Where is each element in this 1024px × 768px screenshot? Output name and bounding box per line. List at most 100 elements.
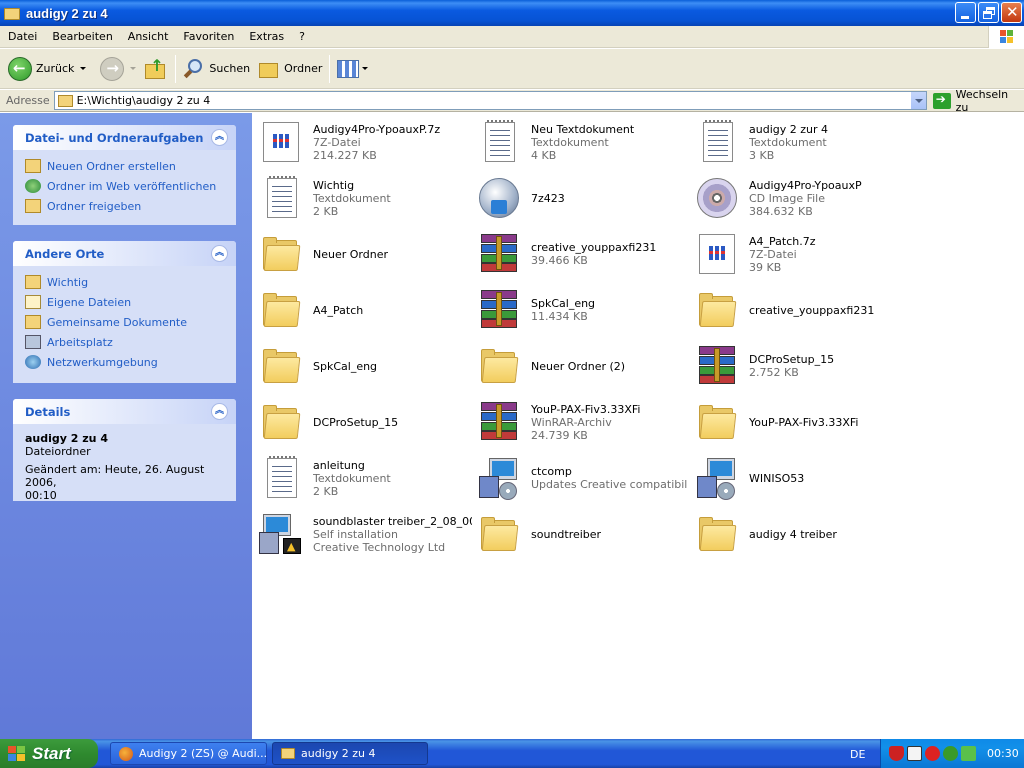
file-name: Audigy4Pro-YpoauxP.7z (313, 122, 441, 136)
network-status-icon[interactable] (961, 746, 976, 761)
file-detail: Updates Creative compatibility… (531, 478, 687, 491)
file-item[interactable]: YouP-PAX-Fiv3.33XFi WinRAR-Archiv 24.739 K… (475, 396, 687, 448)
address-dropdown-button[interactable] (909, 92, 926, 109)
folders-button[interactable]: Ordner (254, 52, 326, 86)
other-places-header[interactable]: Andere Orte ︽ (13, 241, 236, 266)
system-tray: 00:30 (880, 739, 1024, 768)
start-button[interactable]: Start (0, 739, 98, 768)
file-item[interactable]: WINISO53 (693, 452, 905, 504)
collapse-icon[interactable]: ︽ (211, 403, 228, 420)
collapse-icon[interactable]: ︽ (211, 129, 228, 146)
file-detail: 384.632 KB (749, 204, 813, 218)
file-item[interactable]: creative_youppaxfi231 (693, 284, 905, 336)
nvidia-icon[interactable] (943, 746, 958, 761)
details-box: Details ︽ audigy 2 zu 4 Dateiordner Geän… (13, 399, 236, 501)
file-detail: 39.466 KB (531, 254, 588, 267)
collapse-icon[interactable]: ︽ (211, 245, 228, 262)
menu-favoriten[interactable]: Favoriten (175, 26, 241, 48)
task-share-folder[interactable]: Ordner freigeben (25, 196, 226, 216)
text-document-icon (693, 118, 741, 166)
address-input[interactable]: E:\Wichtig\audigy 2 zu 4 (53, 91, 927, 110)
file-item[interactable]: SpkCal_eng (257, 340, 469, 392)
folder-icon (693, 398, 741, 446)
file-item[interactable]: audigy 4 treiber (693, 508, 905, 560)
place-network[interactable]: Netzwerkumgebung (25, 352, 226, 372)
title-bar[interactable]: audigy 2 zu 4 ✕ (0, 0, 1024, 26)
folder-icon (57, 94, 73, 107)
menu-help[interactable]: ? (291, 26, 312, 48)
address-bar: Adresse E:\Wichtig\audigy 2 zu 4 ➔ Wechs… (0, 88, 1024, 114)
file-name: anleitung (313, 458, 365, 472)
file-name: YouP-PAX-Fiv3.33XFi (531, 402, 641, 416)
task-publish-web[interactable]: Ordner im Web veröffentlichen (25, 176, 226, 196)
views-button[interactable] (333, 52, 372, 86)
folder-icon (25, 275, 41, 289)
search-button[interactable]: Suchen (179, 52, 254, 86)
file-item[interactable]: A4_Patch (257, 284, 469, 336)
computer-icon (25, 335, 41, 349)
close-button[interactable]: ✕ (1001, 2, 1022, 23)
taskbar-button-browser[interactable]: Audigy 2 (ZS) @ Audi... (110, 742, 267, 765)
menu-extras[interactable]: Extras (241, 26, 291, 48)
taskbar-button-explorer[interactable]: audigy 2 zu 4 (272, 742, 428, 765)
file-item[interactable]: A4_Patch.7z 7Z-Datei 39 KB (693, 228, 905, 280)
windows-flag-icon (8, 745, 26, 762)
menu-datei[interactable]: Datei (0, 26, 44, 48)
file-item[interactable]: ▲soundblaster treiber_2_08_0004Self inst… (257, 508, 472, 560)
file-name: WINISO53 (749, 471, 805, 485)
back-dropdown-icon[interactable] (80, 67, 87, 70)
file-item[interactable]: audigy 2 zur 4 Textdokument 3 KB (693, 116, 905, 168)
file-item[interactable]: YouP-PAX-Fiv3.33XFi (693, 396, 905, 448)
file-name: YouP-PAX-Fiv3.33XFi (749, 415, 859, 429)
file-item[interactable]: DCProSetup_15 (257, 396, 469, 448)
file-item[interactable]: Neuer Ordner (2) (475, 340, 687, 392)
file-item[interactable]: SpkCal_eng 11.434 KB (475, 284, 687, 336)
place-my-computer[interactable]: Arbeitsplatz (25, 332, 226, 352)
file-folder-tasks-header[interactable]: Datei- und Ordneraufgaben ︽ (13, 125, 236, 150)
forward-button[interactable]: → (96, 52, 140, 86)
folder-icon (257, 230, 305, 278)
folders-icon (258, 59, 280, 79)
file-item[interactable]: soundtreiber (475, 508, 687, 560)
file-item[interactable]: DCProSetup_15 2.752 KB (693, 340, 905, 392)
folder-icon (257, 286, 305, 334)
file-name: ctcomp (531, 465, 572, 478)
menu-ansicht[interactable]: Ansicht (120, 26, 176, 48)
file-item[interactable]: 7z423 (475, 172, 687, 224)
pen-tool-icon[interactable] (907, 746, 922, 761)
details-header[interactable]: Details ︽ (13, 399, 236, 424)
menu-bearbeiten[interactable]: Bearbeiten (44, 26, 119, 48)
restore-button[interactable] (978, 2, 999, 23)
views-dropdown-icon[interactable] (362, 67, 369, 70)
task-new-folder[interactable]: Neuen Ordner erstellen (25, 156, 226, 176)
minimize-button[interactable] (955, 2, 976, 23)
file-item[interactable]: creative_youppaxfi231 39.466 KB (475, 228, 687, 280)
file-name: soundtreiber (531, 527, 602, 541)
file-detail: 39 KB (749, 260, 782, 274)
language-indicator[interactable]: DE (850, 748, 865, 761)
place-shared-documents[interactable]: Gemeinsame Dokumente (25, 312, 226, 332)
go-button[interactable]: ➔ Wechseln zu (932, 88, 1024, 114)
antivirus-icon[interactable] (925, 746, 940, 761)
file-name: creative_youppaxfi231 (531, 241, 657, 254)
file-item[interactable]: Neuer Ordner (257, 228, 469, 280)
file-item[interactable]: Neu Textdokument Textdokument 4 KB (475, 116, 687, 168)
place-wichtig[interactable]: Wichtig (25, 272, 226, 292)
file-text: Audigy4Pro-YpoauxP.7z 7Z-Datei 214.227 KB (313, 123, 440, 162)
toolbar-separator (175, 54, 177, 83)
file-item[interactable]: Audigy4Pro-YpoauxP CD Image File 384.632 K… (693, 172, 905, 224)
file-item[interactable]: Audigy4Pro-YpoauxP.7z 7Z-Datei 214.227 KB (257, 116, 469, 168)
clock[interactable]: 00:30 (987, 747, 1019, 760)
file-item[interactable]: anleitung Textdokument 2 KB (257, 452, 469, 504)
file-item[interactable]: ctcompUpdates Creative compatibility… (475, 452, 687, 504)
up-button[interactable]: ↑ (140, 52, 172, 86)
window-title: audigy 2 zu 4 (26, 5, 108, 21)
forward-dropdown-icon[interactable] (130, 67, 137, 70)
folder-icon (4, 6, 20, 20)
file-text: A4_Patch (313, 304, 363, 317)
security-shield-icon[interactable] (889, 746, 904, 761)
place-my-documents[interactable]: Eigene Dateien (25, 292, 226, 312)
globe-icon (25, 179, 41, 193)
file-item[interactable]: Wichtig Textdokument 2 KB (257, 172, 469, 224)
back-button[interactable]: ← Zurück (0, 52, 90, 86)
